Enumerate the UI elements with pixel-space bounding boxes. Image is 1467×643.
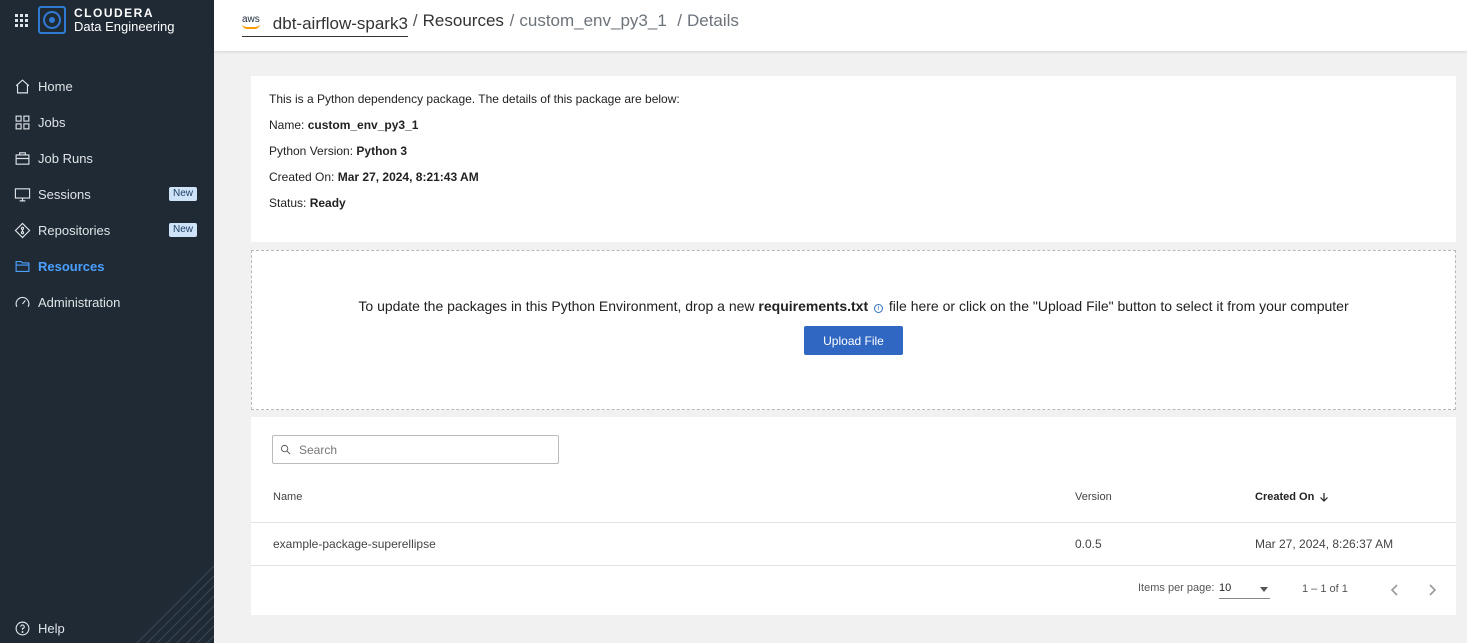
brand-name: CLOUDERA bbox=[74, 6, 154, 20]
search-box[interactable] bbox=[272, 435, 559, 464]
items-per-page-value: 10 bbox=[1219, 582, 1232, 594]
cluster-name: dbt-airflow-spark3 bbox=[272, 13, 408, 33]
monitor-icon bbox=[14, 187, 31, 201]
detail-label: Status: bbox=[269, 196, 307, 210]
grid-icon bbox=[15, 115, 30, 129]
home-icon bbox=[15, 78, 30, 93]
brand-product: Data Engineering bbox=[74, 19, 175, 34]
help-link[interactable]: Help bbox=[14, 620, 65, 637]
breadcrumb-resource-name[interactable]: custom_env_py3_1 bbox=[519, 11, 666, 31]
column-header-name[interactable]: Name bbox=[273, 491, 302, 503]
package-details-card: This is a Python dependency package. The… bbox=[251, 76, 1456, 242]
caret-down-icon bbox=[1260, 587, 1268, 592]
detail-value: Mar 27, 2024, 8:21:43 AM bbox=[337, 170, 479, 184]
sidebar-item-home[interactable]: Home bbox=[0, 68, 214, 104]
search-input[interactable] bbox=[299, 442, 539, 457]
detail-status: Status: Ready bbox=[269, 196, 1438, 222]
packages-table-card: Name Version Created On example-package-… bbox=[251, 417, 1456, 615]
sidebar-item-label: Home bbox=[38, 78, 73, 94]
breadcrumb-details: Details bbox=[686, 11, 739, 30]
column-header-label: Created On bbox=[1255, 491, 1315, 503]
breadcrumb-separator: / bbox=[667, 11, 682, 30]
sidebar-nav: Home Jobs Job Runs Sessions New Reposito… bbox=[0, 68, 214, 320]
details-intro: This is a Python dependency package. The… bbox=[269, 92, 680, 106]
dropzone-instructions: To update the packages in this Python En… bbox=[252, 298, 1455, 314]
sidebar-item-label: Repositories bbox=[38, 222, 111, 238]
help-label: Help bbox=[38, 621, 65, 636]
sidebar-item-jobs[interactable]: Jobs bbox=[0, 104, 214, 140]
sidebar-item-label: Job Runs bbox=[38, 150, 93, 166]
detail-value: Python 3 bbox=[356, 144, 408, 158]
sidebar-item-job-runs[interactable]: Job Runs bbox=[0, 140, 214, 176]
detail-label: Python Version: bbox=[269, 144, 354, 158]
help-icon bbox=[15, 621, 30, 636]
git-icon bbox=[14, 222, 31, 238]
detail-created-on: Created On: Mar 27, 2024, 8:21:43 AM bbox=[269, 170, 1438, 196]
dropzone-text-before: To update the packages in this Python En… bbox=[358, 298, 755, 314]
breadcrumb-resources[interactable]: Resources bbox=[423, 11, 504, 31]
gauge-icon bbox=[15, 296, 30, 307]
sidebar-item-resources[interactable]: Resources bbox=[0, 248, 214, 284]
detail-value: Ready bbox=[309, 196, 346, 210]
chevron-left-icon bbox=[1390, 584, 1398, 596]
new-badge: New bbox=[169, 223, 198, 237]
upload-file-button[interactable]: Upload File bbox=[804, 326, 903, 355]
cell-name: example-package-superellipse bbox=[273, 537, 436, 551]
aws-logo-icon: aws bbox=[242, 14, 260, 29]
sidebar-item-repositories[interactable]: Repositories New bbox=[0, 212, 214, 248]
briefcase-icon bbox=[15, 151, 30, 165]
decorative-stripes bbox=[136, 565, 214, 643]
breadcrumb-separator: / bbox=[504, 11, 515, 30]
sidebar-item-label: Administration bbox=[38, 294, 121, 310]
file-dropzone[interactable]: To update the packages in this Python En… bbox=[251, 250, 1456, 410]
apps-grid-icon[interactable] bbox=[15, 14, 28, 27]
arrow-down-icon bbox=[1320, 493, 1329, 502]
detail-python-version: Python Version: Python 3 bbox=[269, 144, 1438, 170]
next-page-button[interactable] bbox=[1425, 582, 1439, 598]
info-icon[interactable]: i bbox=[874, 304, 884, 313]
items-per-page-select[interactable]: 10 bbox=[1219, 579, 1270, 599]
sidebar-header: CLOUDERA Data Engineering bbox=[0, 0, 214, 44]
sidebar-item-label: Resources bbox=[38, 258, 105, 274]
dropzone-filename: requirements.txt bbox=[758, 298, 869, 314]
column-header-version[interactable]: Version bbox=[1075, 491, 1112, 503]
column-header-created-on[interactable]: Created On bbox=[1255, 491, 1330, 503]
search-icon bbox=[280, 444, 291, 455]
chevron-right-icon bbox=[1429, 584, 1437, 596]
row-divider bbox=[251, 522, 1456, 523]
detail-name: Name: custom_env_py3_1 bbox=[269, 118, 1438, 144]
brand: CLOUDERA Data Engineering bbox=[74, 6, 174, 34]
sidebar-item-sessions[interactable]: Sessions New bbox=[0, 176, 214, 212]
folder-icon bbox=[15, 260, 30, 272]
page-header: aws dbt-airflow-spark3 / Resources / cus… bbox=[214, 0, 1467, 51]
sidebar-item-label: Sessions bbox=[38, 186, 91, 202]
detail-value: custom_env_py3_1 bbox=[307, 118, 419, 132]
cluster-selector[interactable]: aws dbt-airflow-spark3 bbox=[242, 14, 408, 37]
dropzone-text-after: file here or click on the "Upload File" … bbox=[888, 298, 1349, 314]
pagination-range: 1 – 1 of 1 bbox=[1302, 583, 1348, 595]
sidebar-item-administration[interactable]: Administration bbox=[0, 284, 214, 320]
cloudera-logo-icon bbox=[38, 6, 66, 34]
row-divider bbox=[251, 565, 1456, 566]
breadcrumb: aws dbt-airflow-spark3 / Resources / cus… bbox=[242, 11, 739, 37]
detail-label: Created On: bbox=[269, 170, 335, 184]
cell-version: 0.0.5 bbox=[1075, 537, 1102, 551]
cell-created-on: Mar 27, 2024, 8:26:37 AM bbox=[1255, 537, 1394, 551]
sidebar-item-label: Jobs bbox=[38, 114, 66, 130]
sidebar: CLOUDERA Data Engineering Home Jobs Job … bbox=[0, 0, 214, 643]
breadcrumb-separator: / bbox=[412, 11, 418, 30]
new-badge: New bbox=[169, 187, 198, 201]
detail-label: Name: bbox=[269, 118, 305, 132]
previous-page-button[interactable] bbox=[1388, 582, 1402, 598]
items-per-page-label: Items per page: bbox=[1138, 582, 1215, 594]
